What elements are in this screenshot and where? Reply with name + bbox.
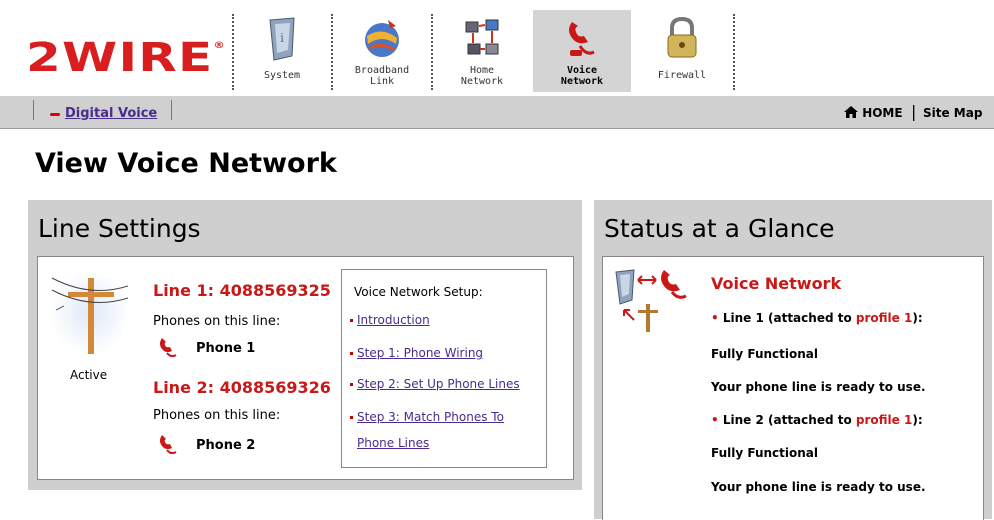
voice-network-status-icon bbox=[615, 269, 687, 332]
nav-separator: | bbox=[911, 102, 917, 121]
step-3-link[interactable]: Step 3: Match Phones To bbox=[357, 410, 504, 424]
step-3-link-continued[interactable]: Phone Lines bbox=[357, 436, 429, 450]
home-label: HOME bbox=[862, 106, 903, 120]
home-icon bbox=[844, 106, 858, 118]
line-1-message: Your phone line is ready to use. bbox=[711, 380, 926, 394]
phone-icon bbox=[569, 22, 595, 56]
status-line-2: • Line 2 (attached to profile 1): bbox=[711, 413, 923, 427]
line-settings-title: Line Settings bbox=[38, 214, 201, 243]
page-title: View Voice Network bbox=[35, 148, 337, 179]
tab-firewall[interactable]: Firewall bbox=[633, 10, 731, 92]
line-1-title: Line 1: 4088569325 bbox=[153, 281, 331, 300]
profile-link[interactable]: profile 1 bbox=[856, 413, 912, 427]
phone-2-name: Phone 2 bbox=[196, 438, 256, 453]
tab-label: Broadband bbox=[354, 65, 410, 76]
line-status: Active bbox=[70, 368, 108, 382]
globe-icon bbox=[365, 20, 399, 57]
setup-link-introduction[interactable]: Introduction bbox=[350, 313, 430, 327]
tab-home-network[interactable]: Home Network bbox=[433, 10, 531, 92]
phone-icon bbox=[160, 338, 177, 358]
status-heading: Voice Network bbox=[711, 274, 842, 293]
line-2-label: Line 2 (attached to bbox=[722, 413, 856, 427]
site-map-link[interactable]: Site Map bbox=[923, 106, 982, 120]
network-icon bbox=[465, 19, 499, 55]
status-line-1: • Line 1 (attached to profile 1): bbox=[711, 311, 923, 325]
tab-label: Firewall bbox=[657, 70, 707, 81]
step-1-link[interactable]: Step 1: Phone Wiring bbox=[357, 346, 483, 360]
setup-link-step-3[interactable]: Step 3: Match Phones To bbox=[350, 410, 504, 424]
phone-1-name: Phone 1 bbox=[196, 341, 256, 356]
setup-title: Voice Network Setup: bbox=[354, 285, 483, 299]
phone-icon bbox=[160, 435, 177, 455]
bullet bbox=[350, 416, 353, 419]
phones-label: Phones on this line: bbox=[153, 314, 281, 329]
tab-label: Voice bbox=[566, 65, 598, 76]
line-2-message: Your phone line is ready to use. bbox=[711, 480, 926, 494]
line-1-label-end: ): bbox=[912, 311, 923, 325]
line-1-label: Line 1 (attached to bbox=[722, 311, 856, 325]
tab-label: System bbox=[263, 70, 301, 81]
step-2-link[interactable]: Step 2: Set Up Phone Lines bbox=[357, 377, 520, 391]
phones-label: Phones on this line: bbox=[153, 408, 281, 423]
brand-logo[interactable]: 2WIRE® bbox=[26, 38, 226, 78]
bullet bbox=[350, 383, 353, 386]
nav-digital-voice-link[interactable]: Digital Voice bbox=[65, 106, 157, 121]
telephone-pole-icon bbox=[50, 270, 130, 355]
setup-link-step-2[interactable]: Step 2: Set Up Phone Lines bbox=[350, 377, 520, 391]
introduction-link[interactable]: Introduction bbox=[357, 313, 430, 327]
tab-label: Network bbox=[560, 76, 604, 87]
tab-system[interactable]: i System bbox=[233, 10, 331, 92]
bullet bbox=[350, 352, 353, 355]
bullet: • bbox=[711, 311, 719, 325]
profile-link[interactable]: profile 1 bbox=[856, 311, 912, 325]
tab-label: Home bbox=[469, 65, 495, 76]
line-2-title: Line 2: 4088569326 bbox=[153, 378, 331, 397]
nav-divider bbox=[33, 100, 34, 120]
line-1-state: Fully Functional bbox=[711, 347, 819, 361]
svg-text:i: i bbox=[280, 31, 284, 45]
active-indicator bbox=[50, 113, 60, 116]
bullet: • bbox=[711, 413, 719, 427]
voice-setup-box: Voice Network Setup: Introduction Step 1… bbox=[341, 269, 547, 468]
padlock-icon bbox=[667, 16, 697, 58]
line-2-state: Fully Functional bbox=[711, 446, 819, 460]
status-title: Status at a Glance bbox=[604, 214, 835, 243]
system-icon: i bbox=[269, 17, 295, 61]
tab-separator bbox=[733, 14, 735, 90]
tab-label: Network bbox=[460, 76, 504, 87]
sub-navigation: Digital Voice HOME | Site Map bbox=[0, 96, 994, 129]
header: 2WIRE® i System Broadband Link Home Netw… bbox=[0, 0, 994, 92]
tab-broadband-link[interactable]: Broadband Link bbox=[333, 10, 431, 92]
tab-label: Link bbox=[369, 76, 395, 87]
setup-link-step-3-cont[interactable]: Phone Lines bbox=[357, 436, 429, 450]
setup-link-step-1[interactable]: Step 1: Phone Wiring bbox=[350, 346, 483, 360]
nav-divider bbox=[171, 100, 172, 120]
line-2-label-end: ): bbox=[912, 413, 923, 427]
home-link[interactable]: HOME bbox=[844, 106, 903, 120]
bullet bbox=[350, 319, 353, 322]
tab-voice-network[interactable]: Voice Network bbox=[533, 10, 631, 92]
